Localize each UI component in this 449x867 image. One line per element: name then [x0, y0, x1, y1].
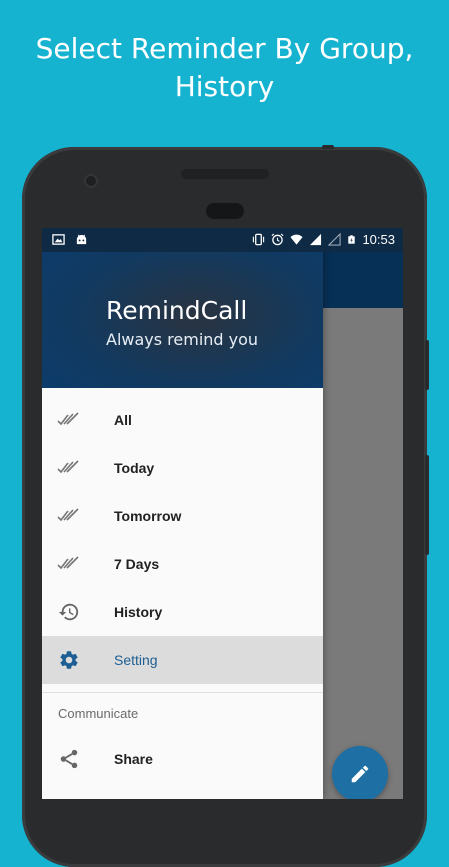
signal-empty-icon: [328, 233, 342, 246]
android-icon: [76, 234, 87, 245]
section-title-communicate: Communicate: [58, 706, 139, 721]
drawer-item-label: Tomorrow: [114, 508, 182, 524]
drawer-item-label: All: [114, 412, 132, 428]
navigation-drawer: RemindCall Always remind you All Today T…: [42, 228, 323, 799]
double-check-icon: [56, 552, 82, 576]
double-check-icon: [56, 504, 82, 528]
earpiece: [206, 203, 244, 219]
app-name: RemindCall: [106, 296, 248, 325]
drawer-item-label: Today: [114, 460, 155, 476]
drawer-item-label: 7 Days: [114, 556, 160, 572]
drawer-header: RemindCall Always remind you: [42, 228, 323, 388]
promo-headline: Select Reminder By Group, History: [0, 30, 449, 106]
signal-icon: [310, 233, 322, 246]
drawer-item-7-days[interactable]: 7 Days: [42, 540, 323, 588]
battery-icon: [348, 235, 356, 244]
status-time: 10:53: [362, 232, 395, 247]
headline-line-2: History: [174, 70, 275, 103]
drawer-item-setting[interactable]: Setting: [42, 636, 323, 684]
compose-fab[interactable]: [332, 746, 388, 799]
speaker-grill: [181, 169, 269, 179]
power-button: [425, 340, 429, 390]
top-sensor: [322, 145, 334, 149]
drawer-item-label: History: [114, 604, 163, 620]
app-tagline: Always remind you: [106, 330, 259, 349]
drawer-menu: All Today Tomorrow 7 Days History Settin…: [42, 396, 323, 783]
vibrate-icon: [253, 233, 265, 246]
alarm-icon: [271, 233, 284, 246]
status-bar: 10:53: [42, 228, 403, 252]
drawer-item-label: Setting: [114, 652, 158, 668]
drawer-item-share[interactable]: Share: [42, 735, 323, 783]
phone-screen: 10:53 RemindCall Always remind you All T…: [42, 228, 403, 799]
double-check-icon: [56, 456, 82, 480]
drawer-item-tomorrow[interactable]: Tomorrow: [42, 492, 323, 540]
drawer-item-today[interactable]: Today: [42, 444, 323, 492]
pencil-icon: [351, 765, 369, 783]
volume-button: [425, 455, 429, 555]
drawer-item-all[interactable]: All: [42, 396, 323, 444]
drawer-item-history[interactable]: History: [42, 588, 323, 636]
headline-line-1: Select Reminder By Group,: [35, 32, 414, 65]
drawer-item-label: Share: [114, 751, 153, 767]
gear-icon: [56, 648, 82, 672]
front-camera: [86, 176, 96, 186]
history-icon: [56, 600, 82, 624]
double-check-icon: [56, 408, 82, 432]
wifi-icon: [290, 234, 303, 245]
share-icon: [56, 747, 82, 771]
image-icon: [52, 234, 65, 245]
